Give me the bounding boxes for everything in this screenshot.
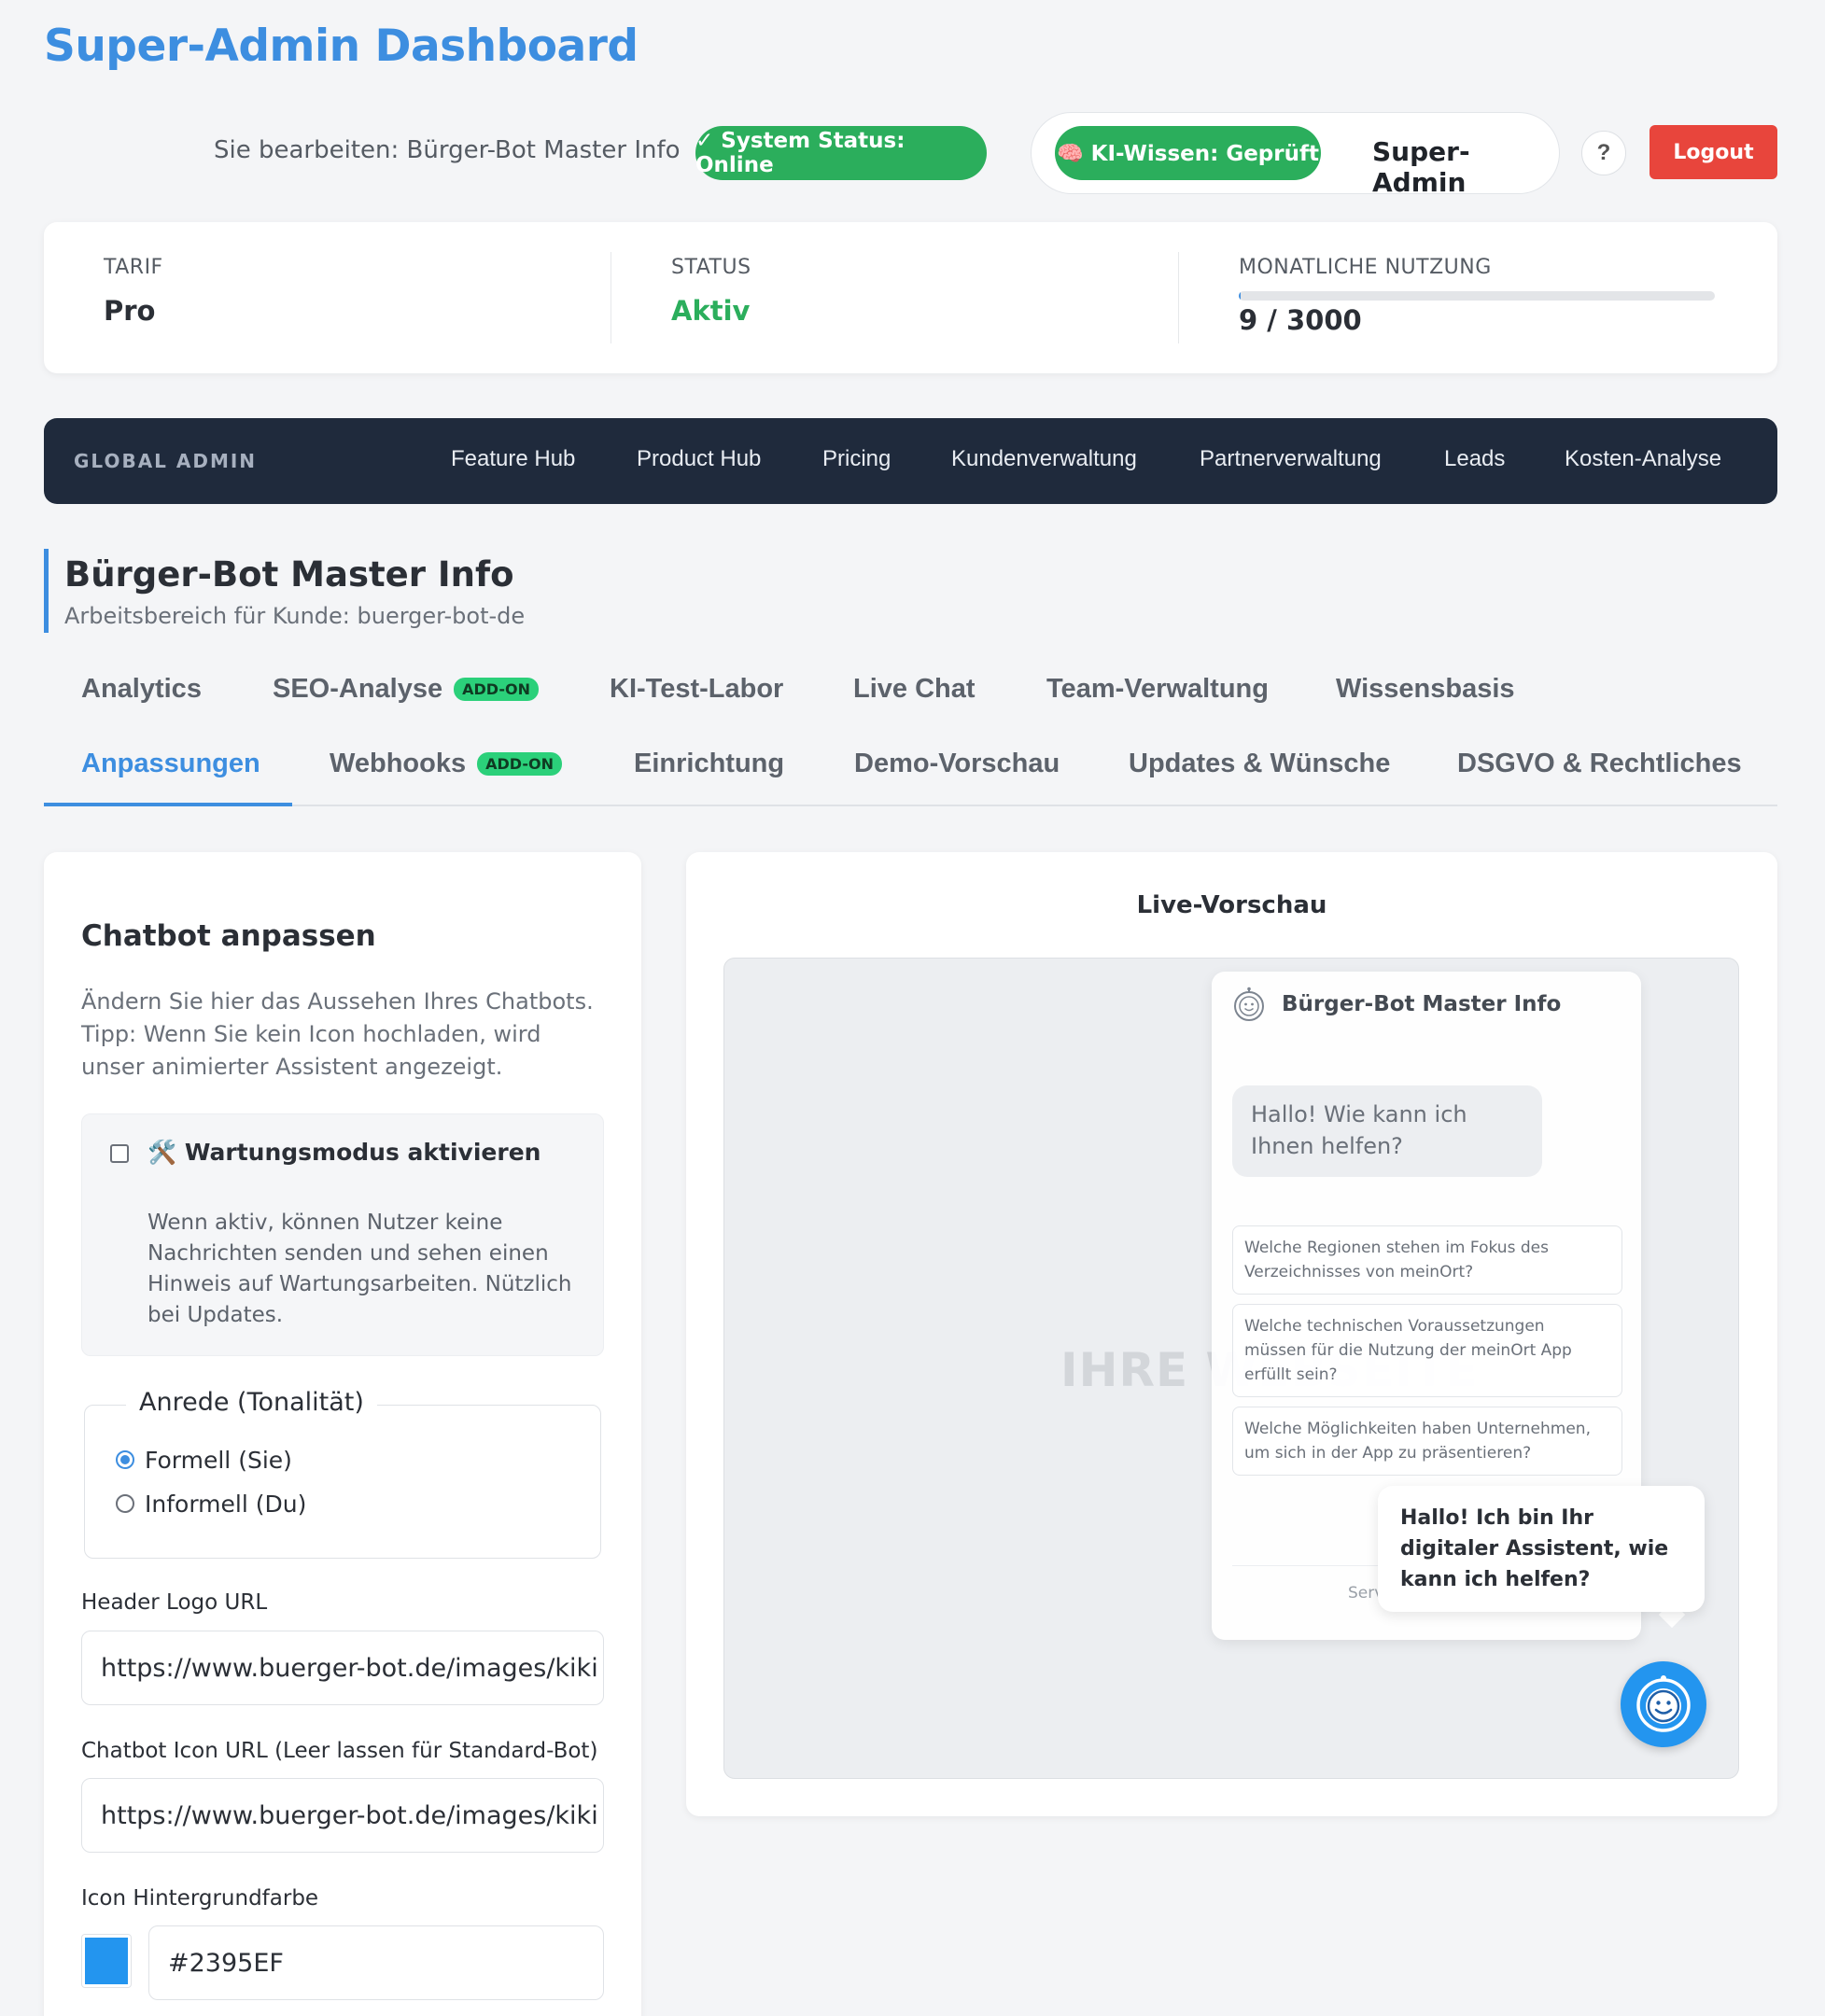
tab-live-chat[interactable]: Live Chat <box>853 674 976 705</box>
top-bar: Sie bearbeiten: Bürger-Bot Master Info ✓… <box>0 110 1825 198</box>
tabs-divider <box>44 805 1777 806</box>
header-logo-label: Header Logo URL <box>81 1590 268 1615</box>
ki-status-badge: 🧠 KI-Wissen: Geprüft <box>1055 126 1321 180</box>
chat-title: Bürger-Bot Master Info <box>1282 992 1562 1016</box>
usage-progress-fill <box>1239 291 1241 301</box>
bot-icon <box>1234 987 1264 1021</box>
tariff-value: Pro <box>104 295 156 327</box>
maintenance-box: 🛠️ Wartungsmodus aktivieren Wenn aktiv, … <box>81 1113 604 1356</box>
tab-label: Live Chat <box>853 674 976 704</box>
suggestion-chip[interactable]: Welche Regionen stehen im Fokus des Verz… <box>1232 1225 1622 1295</box>
tariff-label: TARIF <box>104 256 163 279</box>
tariff-column: TARIF Pro <box>44 222 613 373</box>
tab-wissensbasis[interactable]: Wissensbasis <box>1336 674 1515 705</box>
suggestion-chip[interactable]: Welche Möglichkeiten haben Unternehmen, … <box>1232 1407 1622 1476</box>
tab-label: Wissensbasis <box>1336 674 1515 704</box>
user-box: 🧠 KI-Wissen: Geprüft Super-Admin <box>1031 112 1560 198</box>
nav-link-kosten-analyse[interactable]: Kosten-Analyse <box>1565 446 1721 472</box>
tab-label: DSGVO & Rechtliches <box>1457 749 1742 778</box>
live-preview-title: Live-Vorschau <box>1136 891 1327 919</box>
icon-url-label: Chatbot Icon URL (Leer lassen für Standa… <box>81 1739 598 1763</box>
status-label: STATUS <box>671 256 751 279</box>
tone-legend: Anrede (Tonalität) <box>126 1388 377 1417</box>
customize-title: Chatbot anpassen <box>81 919 376 953</box>
system-status-badge: ✓ System Status: Online <box>695 126 987 180</box>
nav-link-kundenverwaltung[interactable]: Kundenverwaltung <box>951 446 1137 472</box>
smiley-bot-icon <box>1636 1675 1691 1732</box>
tone-formal-radio[interactable] <box>116 1450 134 1469</box>
workspace-accent <box>44 549 49 633</box>
tab-seo-analyse[interactable]: SEO-Analyse ADD-ON <box>273 674 540 705</box>
live-preview-panel: Live-Vorschau IHRE WEBSEITE Bürger-Bot M… <box>686 852 1777 1816</box>
status-value: Aktiv <box>671 295 751 327</box>
color-swatch-fill <box>85 1938 128 1984</box>
tab-label: Team-Verwaltung <box>1046 674 1269 704</box>
active-tab-indicator <box>44 803 292 806</box>
nav-link-feature-hub[interactable]: Feature Hub <box>451 446 575 472</box>
tab-label: Analytics <box>81 674 202 704</box>
workspace-subtitle: Arbeitsbereich für Kunde: buerger-bot-de <box>64 603 526 629</box>
tone-informal-radio[interactable] <box>116 1494 134 1513</box>
icon-url-input[interactable]: https://www.buerger-bot.de/images/kiki <box>81 1778 604 1853</box>
tab-webhooks[interactable]: Webhooks ADD-ON <box>330 749 562 779</box>
logout-button[interactable]: Logout <box>1650 125 1777 179</box>
tab-label: KI-Test-Labor <box>610 674 784 704</box>
maintenance-checkbox[interactable] <box>110 1144 129 1163</box>
maintenance-help-text: Wenn aktiv, können Nutzer keine Nachrich… <box>147 1211 572 1327</box>
addon-badge: ADD-ON <box>477 752 562 776</box>
plan-info-card: TARIF Pro STATUS Aktiv MONATLICHE NUTZUN… <box>44 222 1777 373</box>
maintenance-label[interactable]: 🛠️ Wartungsmodus aktivieren <box>147 1139 540 1167</box>
chat-launcher-button[interactable] <box>1621 1661 1706 1747</box>
addon-badge: ADD-ON <box>454 678 540 701</box>
workspace-title: Bürger-Bot Master Info <box>64 554 514 595</box>
nav-link-product-hub[interactable]: Product Hub <box>637 446 761 472</box>
icon-bg-hex-input[interactable]: #2395EF <box>148 1925 604 2000</box>
tab-analytics[interactable]: Analytics <box>81 674 202 705</box>
tab-label: Einrichtung <box>634 749 785 778</box>
tab-label: SEO-Analyse <box>273 674 443 704</box>
suggestion-chip[interactable]: Welche technischen Voraussetzungen müsse… <box>1232 1304 1622 1397</box>
tone-fieldset: Anrede (Tonalität) Formell (Sie) Informe… <box>84 1388 601 1559</box>
page-title: Super-Admin Dashboard <box>44 21 639 72</box>
nav-link-pricing[interactable]: Pricing <box>822 446 891 472</box>
icon-bg-label: Icon Hintergrundfarbe <box>81 1886 319 1911</box>
preview-area: IHRE WEBSEITE Bürger-Bot Master Info Hal… <box>723 958 1739 1779</box>
tab-dsgvo-rechtliches[interactable]: DSGVO & Rechtliches <box>1457 749 1742 779</box>
tab-team-verwaltung[interactable]: Team-Verwaltung <box>1046 674 1269 705</box>
global-admin-nav: GLOBAL ADMIN Feature Hub Product Hub Pri… <box>44 418 1777 504</box>
usage-progress-bar <box>1239 291 1715 301</box>
editing-label: Sie bearbeiten: Bürger-Bot Master Info <box>214 136 681 164</box>
tab-updates-wuensche[interactable]: Updates & Wünsche <box>1129 749 1390 779</box>
global-admin-label: GLOBAL ADMIN <box>74 450 258 472</box>
customize-panel: Chatbot anpassen Ändern Sie hier das Aus… <box>44 852 641 2016</box>
customize-description: Ändern Sie hier das Aussehen Ihres Chatb… <box>81 988 594 1080</box>
tone-informal-label[interactable]: Informell (Du) <box>145 1491 306 1518</box>
status-column: STATUS Aktiv <box>611 222 1181 373</box>
help-button[interactable]: ? <box>1581 131 1626 175</box>
nav-link-leads[interactable]: Leads <box>1444 446 1505 472</box>
usage-column: MONATLICHE NUTZUNG 9 / 3000 <box>1179 222 1776 373</box>
tab-label: Anpassungen <box>81 749 260 778</box>
tab-demo-vorschau[interactable]: Demo-Vorschau <box>854 749 1060 779</box>
usage-value: 9 / 3000 <box>1239 304 1362 336</box>
user-role: Super-Admin <box>1372 136 1470 198</box>
icon-bg-color-picker[interactable] <box>81 1934 132 1988</box>
header-logo-url-input[interactable]: https://www.buerger-bot.de/images/kiki <box>81 1631 604 1705</box>
tab-label: Updates & Wünsche <box>1129 749 1391 778</box>
greeting-bubble: Hallo! Ich bin Ihr digitaler Assistent, … <box>1378 1486 1705 1612</box>
tab-label: Webhooks <box>330 749 467 778</box>
tab-ki-test-labor[interactable]: KI-Test-Labor <box>610 674 783 705</box>
nav-link-partnerverwaltung[interactable]: Partnerverwaltung <box>1200 446 1382 472</box>
tab-einrichtung[interactable]: Einrichtung <box>634 749 784 779</box>
bot-message: Hallo! Wie kann ich Ihnen helfen? <box>1232 1085 1542 1177</box>
tab-anpassungen[interactable]: Anpassungen <box>81 749 260 779</box>
tab-label: Demo-Vorschau <box>854 749 1060 778</box>
usage-label: MONATLICHE NUTZUNG <box>1239 256 1492 279</box>
tone-formal-label[interactable]: Formell (Sie) <box>145 1447 292 1474</box>
